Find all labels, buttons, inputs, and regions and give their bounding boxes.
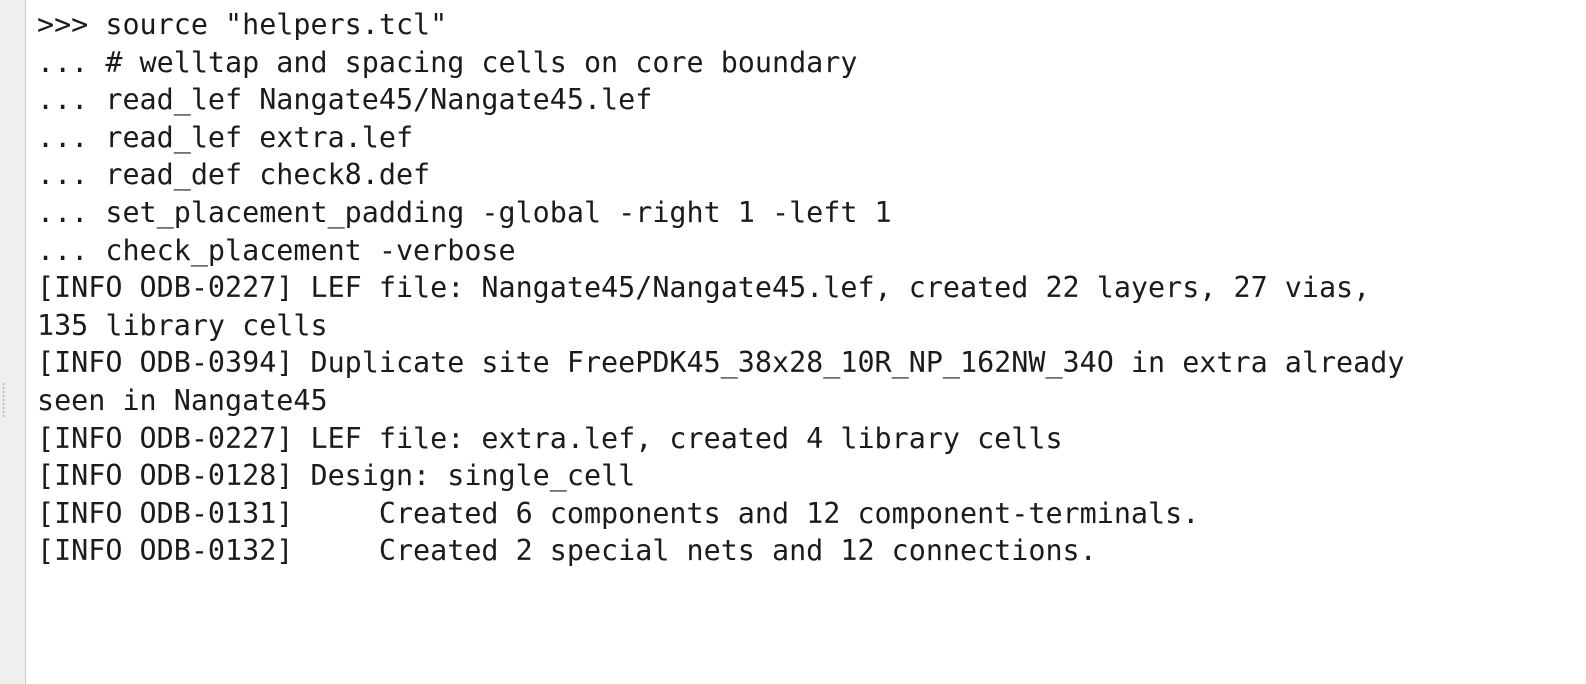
console-line: ... set_placement_padding -global -right… <box>37 195 892 229</box>
console-window: >>> source "helpers.tcl" ... # welltap a… <box>0 0 1586 684</box>
console-line: [INFO ODB-0227] LEF file: Nangate45/Nang… <box>37 271 1371 305</box>
console-line: seen in Nangate45 <box>37 383 328 417</box>
console-line: [INFO ODB-0132] Created 2 special nets a… <box>37 534 1097 568</box>
console-line: [INFO ODB-0128] Design: single_cell <box>37 459 636 493</box>
console-line: >>> source "helpers.tcl" <box>37 8 448 41</box>
console-line: 135 library cells <box>37 308 328 342</box>
console-line: [INFO ODB-0394] Duplicate site FreePDK45… <box>37 346 1405 380</box>
console-line: [INFO ODB-0227] LEF file: extra.lef, cre… <box>37 421 1063 455</box>
console-line: ... read_def check8.def <box>37 158 431 192</box>
console-output[interactable]: >>> source "helpers.tcl" ... # welltap a… <box>37 6 1583 676</box>
splitter-grip-icon[interactable] <box>2 382 5 418</box>
console-line: [INFO ODB-0131] Created 6 components and… <box>37 496 1200 530</box>
console-line: ... read_lef extra.lef <box>37 120 414 154</box>
left-gutter <box>0 0 26 684</box>
console-line: ... read_lef Nangate45/Nangate45.lef <box>37 83 653 117</box>
console-line: ... check_placement -verbose <box>37 233 516 267</box>
console-line: ... # welltap and spacing cells on core … <box>37 45 858 79</box>
